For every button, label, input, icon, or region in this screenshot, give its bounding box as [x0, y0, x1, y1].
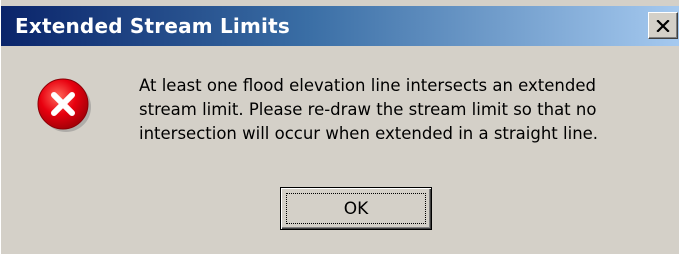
title-bar[interactable]: Extended Stream Limits	[1, 6, 681, 46]
error-dialog: Extended Stream Limits At least one floo…	[0, 0, 681, 254]
error-icon	[35, 76, 93, 134]
ok-button[interactable]: OK	[280, 187, 432, 230]
ok-button-label: OK	[343, 198, 369, 219]
window-title: Extended Stream Limits	[15, 14, 290, 38]
error-message: At least one flood elevation line inters…	[139, 76, 599, 143]
close-x-icon	[656, 19, 670, 32]
close-button[interactable]	[648, 12, 678, 39]
